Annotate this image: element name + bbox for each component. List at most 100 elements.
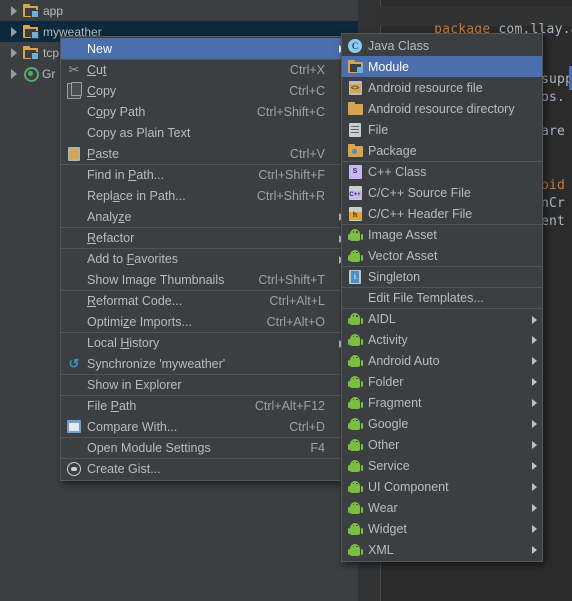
chevron-right-icon[interactable]	[9, 47, 20, 58]
menu-item-replace-in-path[interactable]: Replace in Path... Ctrl+Shift+R	[61, 185, 349, 206]
submenu-item-cpp-source-file[interactable]: C/C++ Source File	[342, 182, 542, 203]
menu-item-label: Analyze	[87, 209, 132, 224]
menu-item-accel: Ctrl+Shift+F	[258, 168, 325, 182]
menu-item-label: Create Gist...	[87, 462, 161, 476]
tree-item-label: Gr	[42, 66, 56, 81]
menu-item-label: Paste	[87, 146, 119, 161]
menu-item-paste[interactable]: Paste Ctrl+V	[61, 143, 349, 164]
submenu-item-package[interactable]: Package	[342, 140, 542, 161]
submenu-item-wear[interactable]: Wear	[342, 497, 542, 518]
menu-item-label: Service	[368, 458, 410, 473]
menu-item-compare-with[interactable]: Compare With... Ctrl+D	[61, 416, 349, 437]
submenu-item-android-resource-directory[interactable]: Android resource directory	[342, 98, 542, 119]
submenu-item-vector-asset[interactable]: Vector Asset	[342, 245, 542, 266]
cpp-header-icon	[348, 206, 362, 221]
menu-item-label: Android resource file	[368, 80, 483, 95]
submenu-item-cpp-header-file[interactable]: C/C++ Header File	[342, 203, 542, 224]
menu-item-label: C/C++ Header File	[368, 206, 473, 221]
submenu-item-java-class[interactable]: C Java Class	[342, 35, 542, 56]
menu-icon-slot	[61, 416, 87, 437]
code-fragment-0: supp	[541, 72, 572, 87]
submenu-item-activity[interactable]: Activity	[342, 329, 542, 350]
android-icon	[347, 396, 363, 410]
menu-item-local-history[interactable]: Local History	[61, 332, 349, 353]
menu-item-refactor[interactable]: Refactor	[61, 227, 349, 248]
submenu-item-singleton[interactable]: Singleton	[342, 266, 542, 287]
menu-icon-slot	[342, 288, 368, 309]
submenu-item-service[interactable]: Service	[342, 455, 542, 476]
submenu-arrow-placeholder	[528, 140, 542, 161]
menu-item-label: Widget	[368, 521, 407, 536]
submenu-item-aidl[interactable]: AIDL	[342, 308, 542, 329]
submenu-item-cpp-class[interactable]: S C++ Class	[342, 161, 542, 182]
submenu-item-edit-file-templates[interactable]: Edit File Templates...	[342, 287, 542, 308]
submenu-item-xml[interactable]: XML	[342, 539, 542, 560]
menu-item-add-to-favorites[interactable]: Add to Favorites	[61, 248, 349, 269]
submenu-arrow-placeholder	[528, 162, 542, 183]
submenu-arrow-placeholder	[528, 35, 542, 56]
menu-item-analyze[interactable]: Analyze	[61, 206, 349, 227]
menu-item-label: Synchronize 'myweather'	[87, 356, 226, 371]
menu-icon-slot: S	[342, 162, 368, 183]
submenu-item-android-resource-file[interactable]: Android resource file	[342, 77, 542, 98]
chevron-right-icon	[528, 455, 542, 476]
menu-item-label: Add to Favorites	[87, 252, 179, 266]
android-icon	[347, 249, 363, 263]
menu-item-accel: Ctrl+Shift+C	[256, 104, 325, 119]
menu-icon-slot	[342, 140, 368, 161]
submenu-item-android-auto[interactable]: Android Auto	[342, 350, 542, 371]
code-fragment-4: nCr	[541, 196, 566, 211]
menu-item-synchronize[interactable]: ↺ Synchronize 'myweather'	[61, 353, 349, 374]
code-fragment-2: are	[541, 124, 566, 139]
menu-icon-slot	[61, 143, 87, 164]
menu-item-show-image-thumbnails[interactable]: Show Image Thumbnails Ctrl+Shift+T	[61, 269, 349, 290]
menu-item-label: UI Component	[368, 479, 449, 494]
menu-item-label: Copy	[87, 83, 117, 98]
menu-icon-slot	[342, 245, 368, 266]
menu-icon-slot	[61, 101, 87, 122]
menu-item-label: Android Auto	[368, 353, 440, 368]
menu-item-optimize-imports[interactable]: Optimize Imports... Ctrl+Alt+O	[61, 311, 349, 332]
menu-item-cut[interactable]: ✂ Cut Ctrl+X	[61, 59, 349, 80]
submenu-item-ui-component[interactable]: UI Component	[342, 476, 542, 497]
menu-item-file-path[interactable]: File Path Ctrl+Alt+F12	[61, 395, 349, 416]
menu-item-label: Android resource directory	[368, 101, 515, 116]
tree-row-app[interactable]: app	[0, 0, 358, 21]
menu-item-accel: Ctrl+X	[289, 63, 325, 77]
chevron-right-icon[interactable]	[9, 68, 20, 79]
menu-item-copy[interactable]: Copy Ctrl+C	[61, 80, 349, 101]
submenu-item-image-asset[interactable]: Image Asset	[342, 224, 542, 245]
chevron-right-icon	[528, 539, 542, 560]
new-submenu[interactable]: C Java Class Module Android resource fil…	[341, 33, 543, 562]
menu-item-reformat-code[interactable]: Reformat Code... Ctrl+Alt+L	[61, 290, 349, 311]
submenu-item-file[interactable]: File	[342, 119, 542, 140]
menu-item-label: Local History	[87, 336, 160, 350]
menu-item-show-in-explorer[interactable]: Show in Explorer	[61, 374, 349, 395]
menu-item-copy-path[interactable]: Copy Path Ctrl+Shift+C	[61, 101, 349, 122]
menu-item-label: C++ Class	[368, 165, 427, 179]
submenu-item-widget[interactable]: Widget	[342, 518, 542, 539]
menu-icon-slot	[61, 206, 87, 227]
package-icon	[347, 144, 363, 157]
submenu-item-other[interactable]: Other	[342, 434, 542, 455]
menu-item-copy-as-plain-text[interactable]: Copy as Plain Text	[61, 122, 349, 143]
chevron-right-icon[interactable]	[9, 5, 20, 16]
cpp-class-icon: S	[348, 165, 362, 179]
folder-icon	[347, 102, 363, 115]
submenu-item-module[interactable]: Module	[342, 56, 542, 77]
chevron-right-icon	[528, 476, 542, 497]
menu-item-label: XML	[368, 542, 394, 557]
menu-item-label: Copy as Plain Text	[87, 125, 191, 140]
menu-item-label: Show in Explorer	[87, 378, 182, 392]
menu-item-label: Optimize Imports...	[87, 314, 192, 329]
chevron-right-icon[interactable]	[9, 26, 20, 37]
submenu-item-folder[interactable]: Folder	[342, 371, 542, 392]
menu-item-create-gist[interactable]: Create Gist...	[61, 458, 349, 479]
menu-item-new[interactable]: New	[61, 38, 349, 59]
context-menu[interactable]: New ✂ Cut Ctrl+X Copy Ctrl+C Copy Path C…	[60, 36, 350, 481]
menu-icon-slot	[61, 80, 87, 101]
submenu-item-fragment[interactable]: Fragment	[342, 392, 542, 413]
submenu-item-google[interactable]: Google	[342, 413, 542, 434]
menu-item-open-module-settings[interactable]: Open Module Settings F4	[61, 437, 349, 458]
menu-item-find-in-path[interactable]: Find in Path... Ctrl+Shift+F	[61, 164, 349, 185]
